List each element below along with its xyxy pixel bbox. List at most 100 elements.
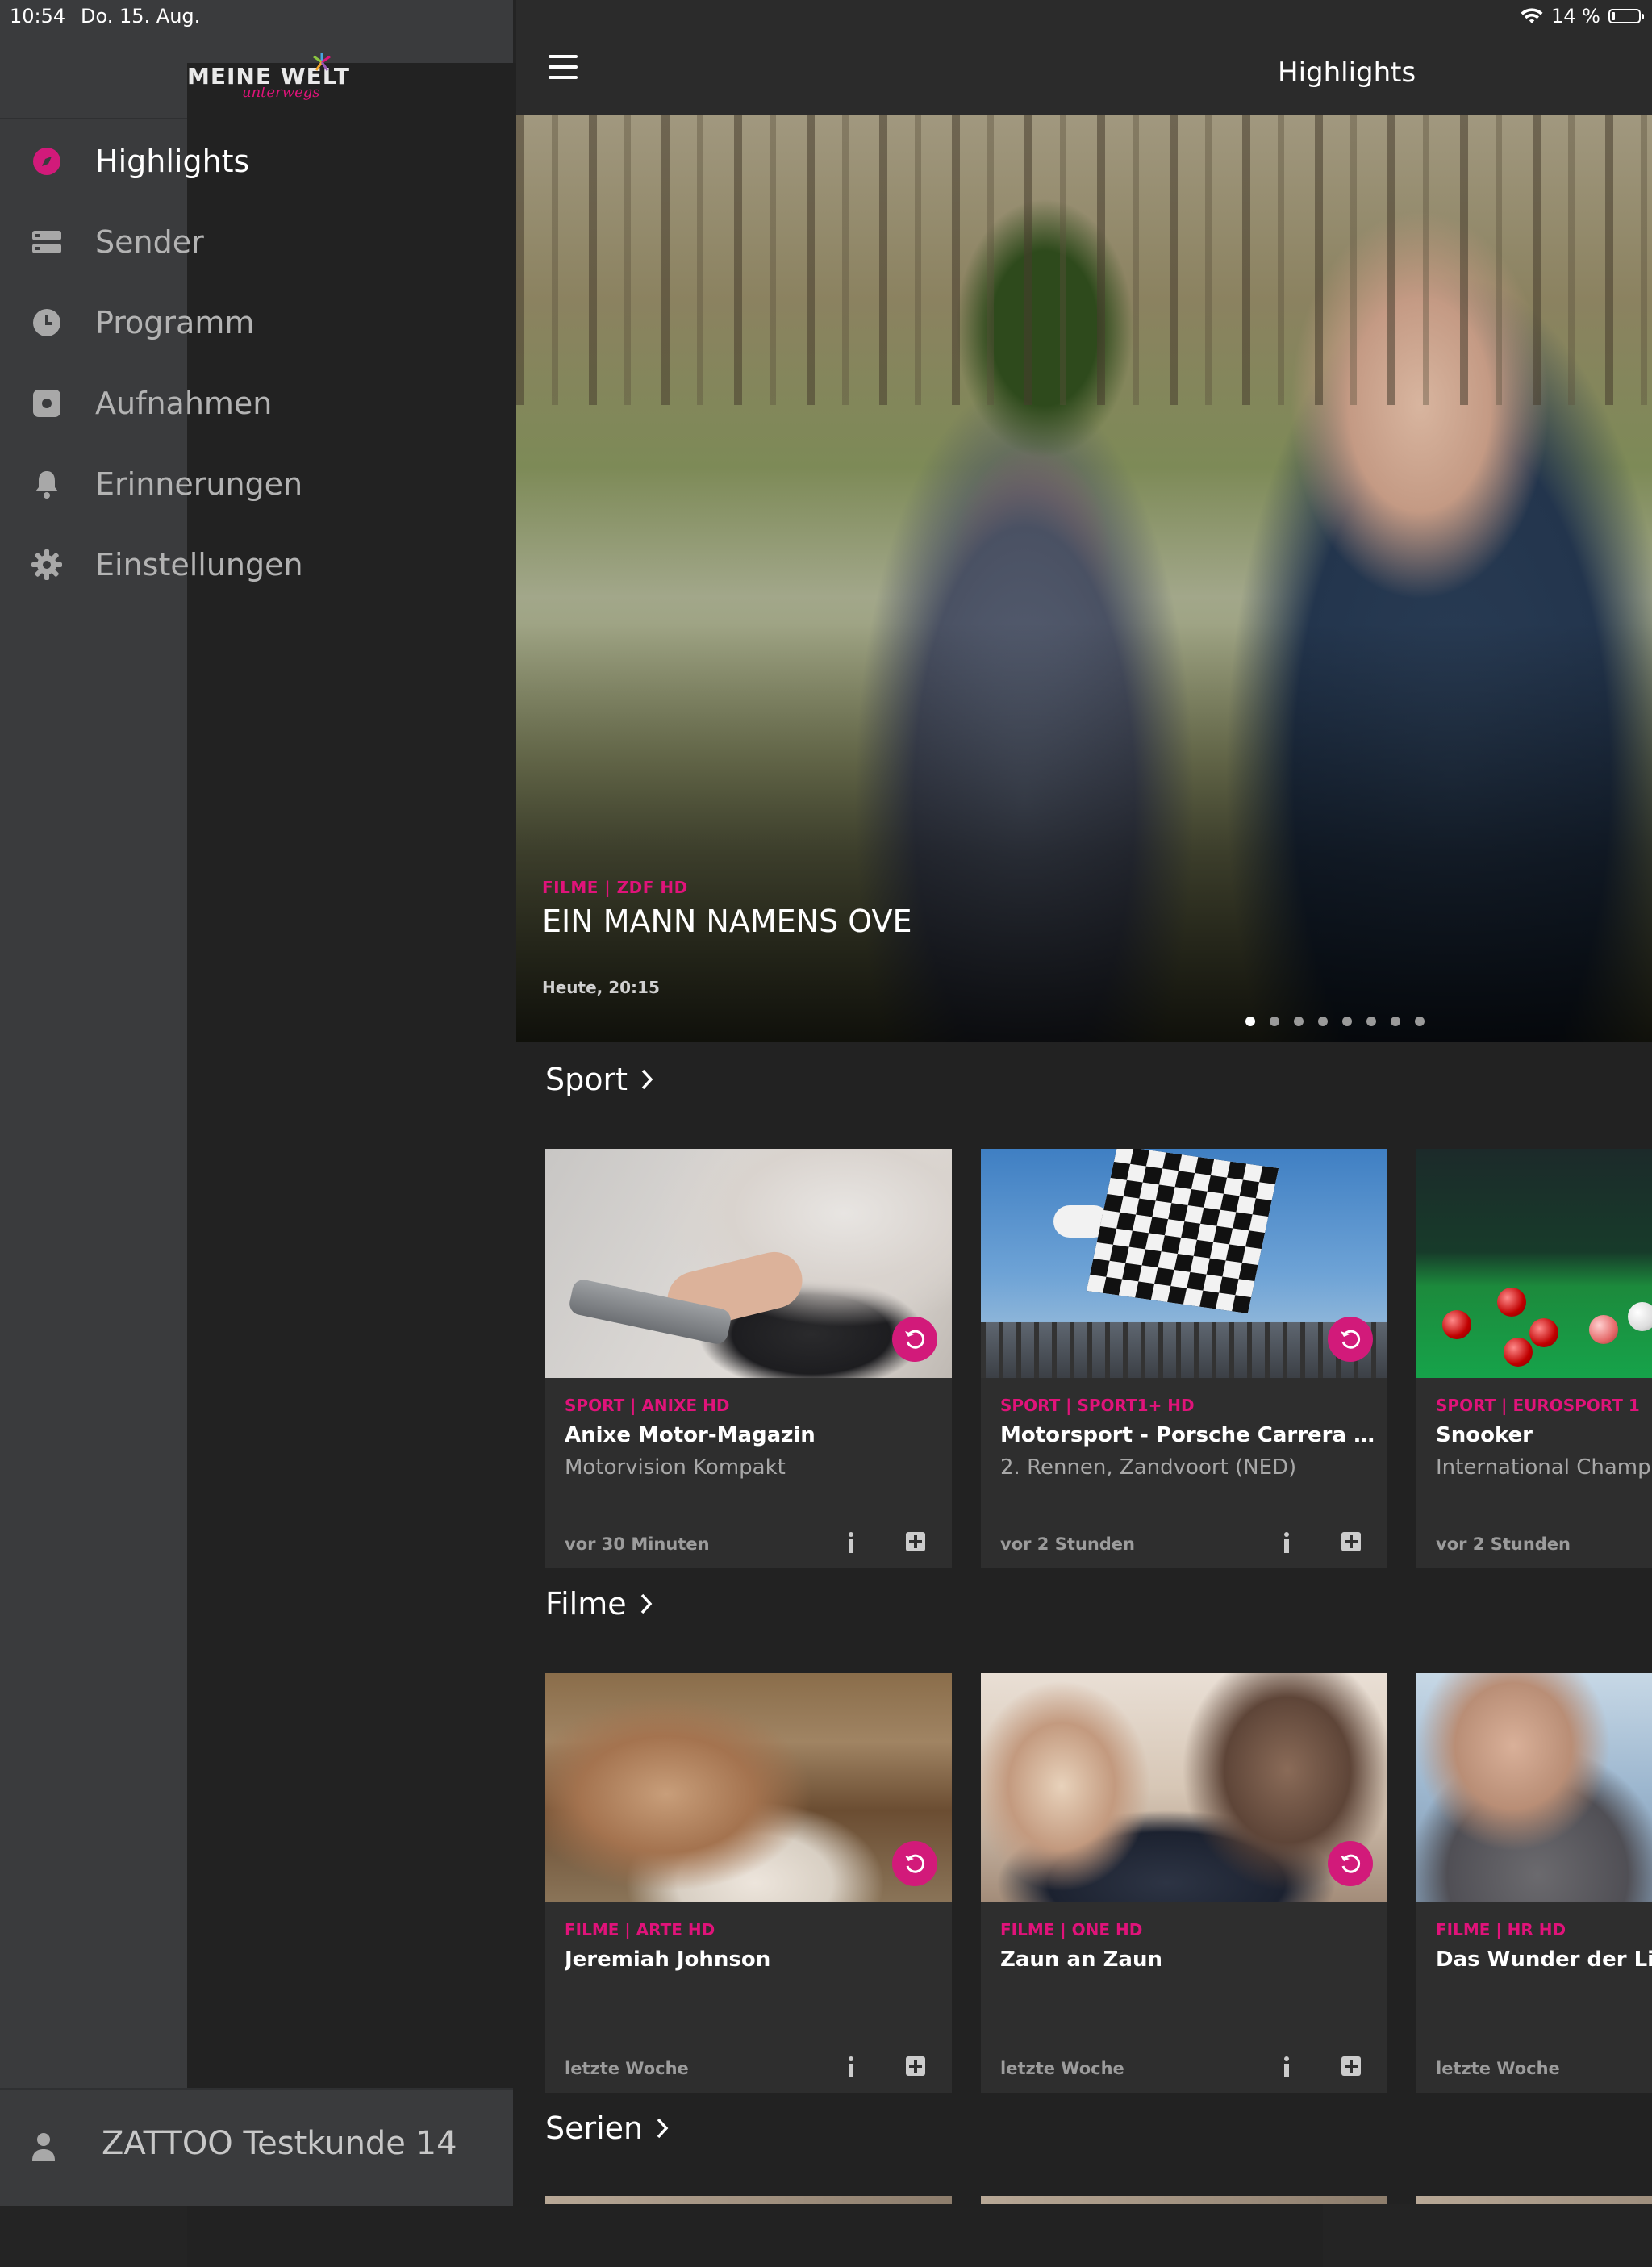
carousel-dot[interactable] — [1270, 1017, 1279, 1026]
program-card[interactable]: FILME | ONE HD Zaun an Zaun letzte Woche — [981, 1673, 1387, 2093]
add-icon[interactable] — [1341, 2056, 1362, 2077]
sidebar-item-erinnerungen[interactable]: Erinnerungen — [0, 444, 513, 524]
sidebar-item-label: Einstellungen — [95, 547, 303, 582]
section-header-filme[interactable]: Filme — [545, 1586, 653, 1622]
menu-icon[interactable] — [549, 55, 578, 79]
channels-icon — [31, 226, 63, 258]
add-icon[interactable] — [1341, 1531, 1362, 1552]
sidebar-item-aufnahmen[interactable]: Aufnahmen — [0, 363, 513, 444]
card-time: letzte Woche — [1436, 2059, 1560, 2078]
add-icon[interactable] — [905, 1531, 926, 1552]
sidebar-nav: Highlights Sender Programm Aufnahmen Eri… — [0, 121, 513, 605]
section-header-serien[interactable]: Serien — [545, 2110, 669, 2146]
hero-title: EIN MANN NAMENS OVE — [542, 904, 912, 939]
section-header-sport[interactable]: Sport — [545, 1062, 653, 1097]
replay-icon — [905, 1854, 925, 1873]
status-date: Do. 15. Aug. — [81, 5, 201, 27]
card-title: Motorsport - Porsche Carrera Cup,... — [1000, 1423, 1379, 1447]
chevron-right-icon — [641, 1069, 653, 1090]
card-title: Anixe Motor-Magazin — [565, 1423, 816, 1447]
sidebar-item-highlights[interactable]: Highlights — [0, 121, 513, 202]
sidebar-item-sender[interactable]: Sender — [0, 202, 513, 282]
logo-tagline: unterwegs — [242, 84, 320, 101]
filme-row: FILME | ARTE HD Jeremiah Johnson letzte … — [545, 1673, 1652, 2093]
carousel-dot[interactable] — [1415, 1017, 1425, 1026]
battery-icon — [1608, 9, 1644, 23]
info-icon[interactable] — [1274, 1528, 1299, 1557]
card-title: Jeremiah Johnson — [565, 1948, 771, 1972]
card-title: Zaun an Zaun — [1000, 1948, 1162, 1972]
hero-time: Heute, 20:15 — [542, 978, 660, 997]
sidebar-item-label: Programm — [95, 305, 255, 340]
carousel-dot[interactable] — [1366, 1017, 1376, 1026]
program-thumbnail — [981, 1149, 1387, 1378]
replay-icon — [905, 1330, 925, 1349]
replay-button[interactable] — [1328, 1317, 1373, 1362]
bell-icon — [31, 468, 63, 500]
sidebar-item-label: Sender — [95, 224, 204, 260]
program-card[interactable]: FILME | ARTE HD Jeremiah Johnson letzte … — [545, 1673, 952, 2093]
chevron-right-icon — [657, 2118, 669, 2139]
card-kicker: SPORT | SPORT1+ HD — [1000, 1396, 1195, 1415]
hero-image — [516, 115, 1652, 405]
card-kicker: FILME | HR HD — [1436, 1920, 1566, 1939]
info-icon[interactable] — [1274, 2052, 1299, 2081]
program-card[interactable] — [981, 2196, 1387, 2204]
card-subtitle: 2. Rennen, Zandvoort (NED) — [1000, 1455, 1297, 1480]
page-title: Highlights — [1278, 56, 1416, 89]
sidebar: MEINE WELT unterwegs Highlights Sender P… — [0, 0, 1323, 2267]
carousel-dot[interactable] — [1391, 1017, 1400, 1026]
carousel-dot[interactable] — [1245, 1017, 1255, 1026]
user-icon — [31, 2131, 56, 2164]
replay-button[interactable] — [1328, 1841, 1373, 1886]
record-icon — [31, 387, 63, 420]
replay-button[interactable] — [892, 1841, 937, 1886]
section-title: Filme — [545, 1586, 627, 1622]
card-title: Das Wunder der Liebe — [1436, 1948, 1652, 1972]
hero-banner[interactable]: FILME | ZDF HD EIN MANN NAMENS OVE Heute… — [516, 115, 1652, 1042]
card-time: letzte Woche — [1000, 2059, 1124, 2078]
replay-button[interactable] — [892, 1317, 937, 1362]
card-subtitle: International Champio — [1436, 1455, 1652, 1480]
program-card[interactable]: SPORT | ANIXE HD Anixe Motor-Magazin Mot… — [545, 1149, 952, 1568]
program-card[interactable] — [545, 2196, 952, 2204]
gear-icon — [31, 549, 63, 581]
info-icon[interactable] — [839, 2052, 863, 2081]
program-card[interactable]: SPORT | EUROSPORT 1 Snooker Internationa… — [1416, 1149, 1652, 1568]
program-thumbnail — [1416, 1673, 1652, 1902]
chevron-right-icon — [640, 1593, 652, 1614]
carousel-dot[interactable] — [1318, 1017, 1328, 1026]
carousel-dot[interactable] — [1294, 1017, 1304, 1026]
program-card[interactable]: SPORT | SPORT1+ HD Motorsport - Porsche … — [981, 1149, 1387, 1568]
card-kicker: FILME | ONE HD — [1000, 1920, 1143, 1939]
carousel-dot[interactable] — [1342, 1017, 1352, 1026]
logo-star-icon — [313, 53, 331, 71]
card-time: vor 30 Minuten — [565, 1534, 710, 1554]
main-content: Highlights FILME | ZDF HD EIN MANN NAMEN… — [516, 0, 1652, 2204]
program-thumbnail — [1416, 1149, 1652, 1378]
status-time: 10:54 — [10, 5, 66, 27]
carousel-dots — [1245, 1017, 1425, 1026]
user-account[interactable]: ZATTOO Testkunde 14 — [0, 2088, 513, 2206]
card-kicker: FILME | ARTE HD — [565, 1920, 715, 1939]
status-bar: 10:54 Do. 15. Aug. 14 % — [0, 0, 1652, 32]
replay-icon — [1341, 1330, 1361, 1349]
program-card[interactable]: FILME | HR HD Das Wunder der Liebe letzt… — [1416, 1673, 1652, 2093]
compass-icon — [31, 145, 63, 177]
sport-row: SPORT | ANIXE HD Anixe Motor-Magazin Mot… — [545, 1149, 1652, 1568]
info-icon[interactable] — [839, 1528, 863, 1557]
sidebar-item-label: Erinnerungen — [95, 466, 303, 502]
battery-percent: 14 % — [1551, 5, 1600, 27]
section-title: Serien — [545, 2110, 644, 2146]
sidebar-item-label: Aufnahmen — [95, 386, 273, 421]
sidebar-item-programm[interactable]: Programm — [0, 282, 513, 363]
program-card[interactable] — [1416, 2196, 1652, 2204]
wifi-icon — [1521, 8, 1543, 23]
user-name: ZATTOO Testkunde 14 — [102, 2125, 457, 2162]
replay-icon — [1341, 1854, 1361, 1873]
sidebar-item-label: Highlights — [95, 144, 250, 179]
program-thumbnail — [981, 1673, 1387, 1902]
add-icon[interactable] — [905, 2056, 926, 2077]
card-time: vor 2 Stunden — [1000, 1534, 1135, 1554]
sidebar-item-einstellungen[interactable]: Einstellungen — [0, 524, 513, 605]
